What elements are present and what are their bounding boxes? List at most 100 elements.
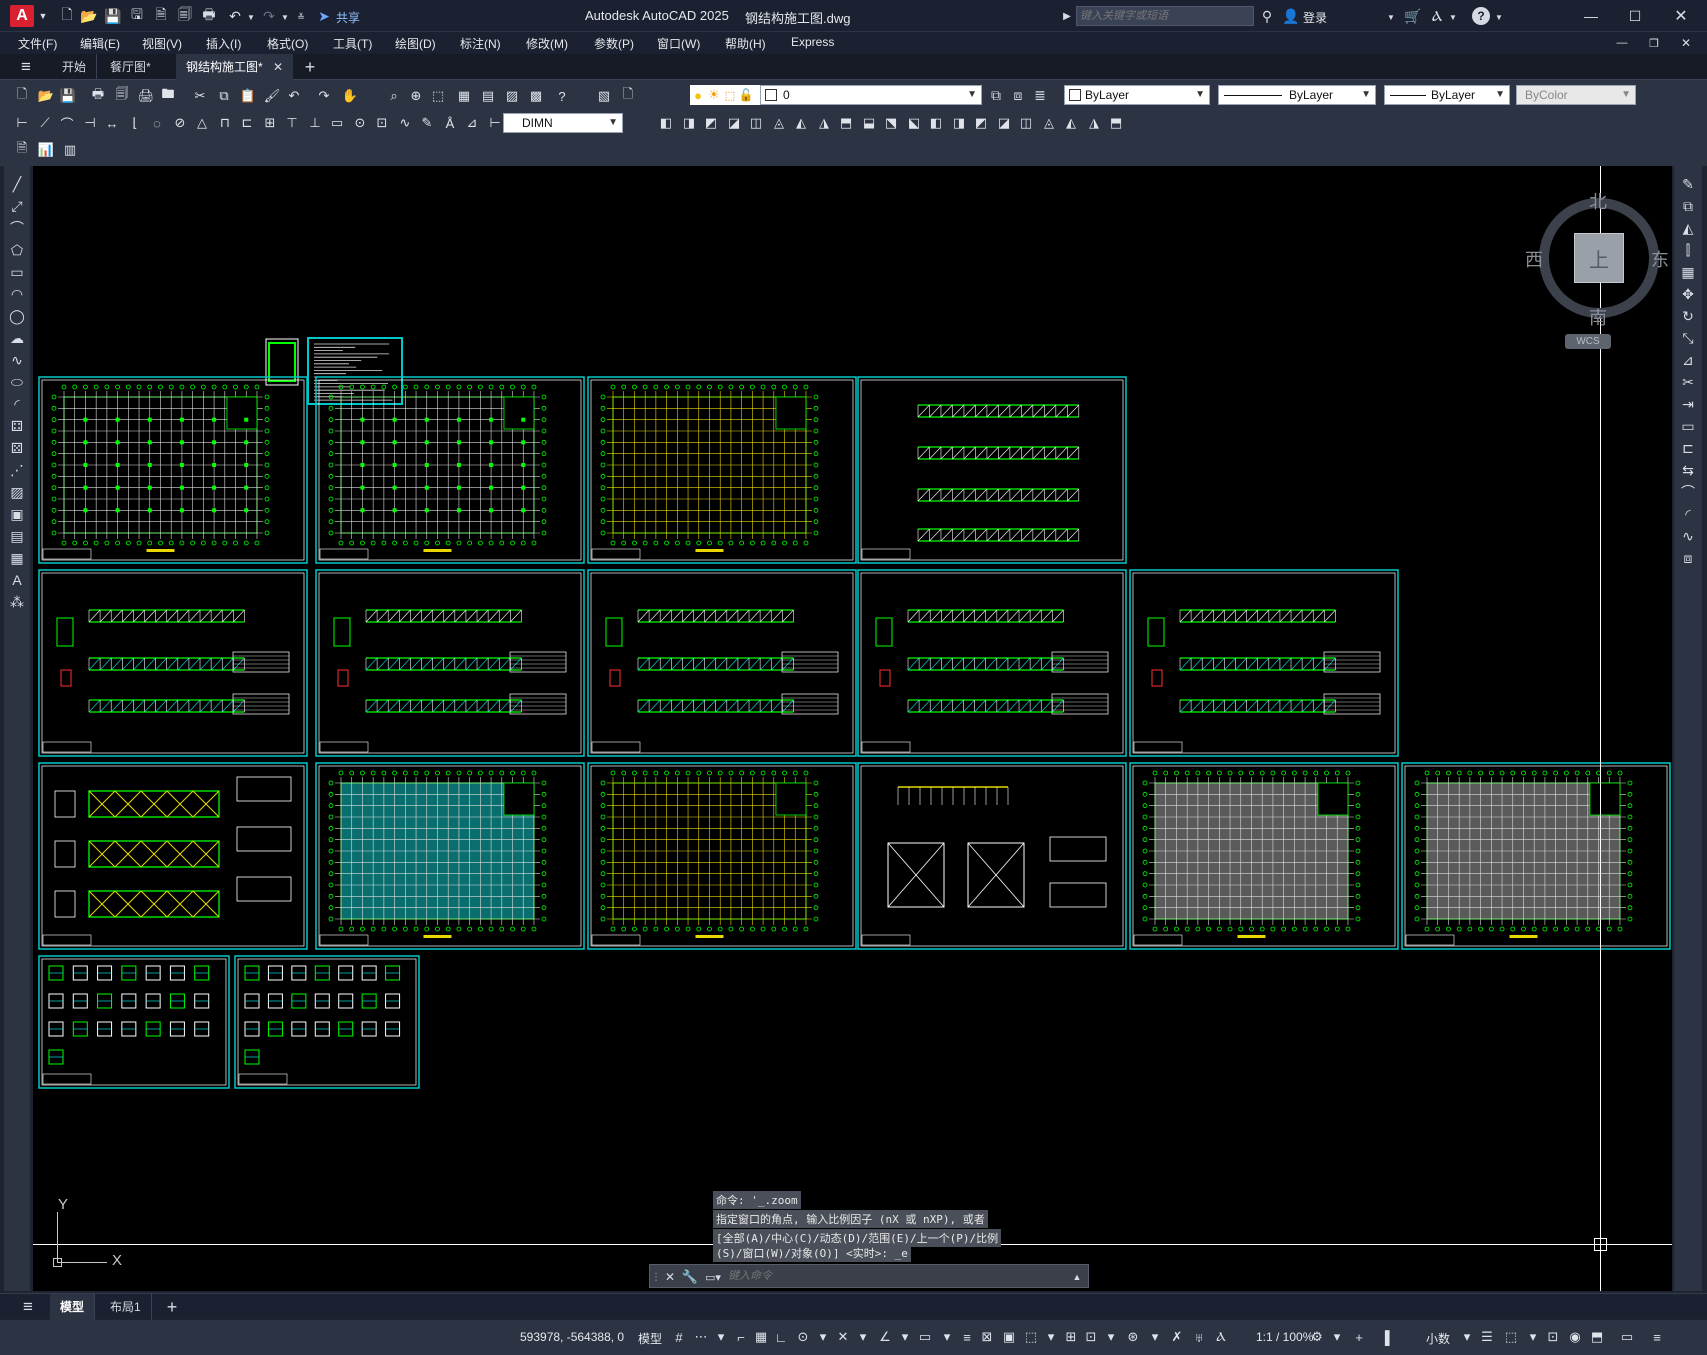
menu-window[interactable]: 窗口(W) xyxy=(657,35,700,52)
open-web-icon[interactable]: 🗎 xyxy=(152,6,170,26)
modify-tool-15-icon[interactable]: ⌒ xyxy=(1678,482,1698,502)
draw-tool-7-icon[interactable]: ◯ xyxy=(7,306,27,326)
share-icon[interactable]: ➤ xyxy=(316,7,332,25)
standard-tool-20-icon[interactable]: ▨ xyxy=(502,86,522,106)
view-tool-12-icon[interactable]: ⬕ xyxy=(904,113,924,133)
dimension-tool-17-icon[interactable]: ⊡ xyxy=(372,113,392,133)
status-toggle-25-icon[interactable]: ✗ xyxy=(1168,1328,1186,1346)
status-right-4-icon[interactable]: ▐ xyxy=(1376,1328,1394,1346)
view-tool-21-icon[interactable]: ⬒ xyxy=(1106,113,1126,133)
standard-tool-21-icon[interactable]: ▩ xyxy=(526,86,546,106)
menu-file[interactable]: 文件(F) xyxy=(18,35,57,52)
user-icon[interactable]: 👤 xyxy=(1282,7,1300,25)
undo-icon[interactable]: ↶ xyxy=(226,6,244,26)
menu-draw[interactable]: 绘图(D) xyxy=(395,35,436,52)
modify-tool-4-icon[interactable]: ⫿ xyxy=(1678,240,1698,260)
menu-help[interactable]: 帮助(H) xyxy=(725,35,766,52)
draw-tool-13-icon[interactable]: ⚄ xyxy=(7,438,27,458)
status-right-7-icon[interactable]: ⬚ xyxy=(1502,1328,1520,1346)
dim-style-dropdown[interactable]: DIMN ▼ xyxy=(503,113,623,133)
standard-tool-22-icon[interactable]: ? xyxy=(552,86,572,106)
dimension-tool-18-icon[interactable]: ∿ xyxy=(395,113,415,133)
status-toggle-18-icon[interactable]: ⬚ xyxy=(1022,1328,1040,1346)
new-file-icon[interactable]: 🗋 xyxy=(58,6,76,26)
draw-tool-9-icon[interactable]: ∿ xyxy=(7,350,27,370)
command-history-toggle-icon[interactable]: ▲ xyxy=(1070,1268,1084,1286)
view-tool-14-icon[interactable]: ◨ xyxy=(949,113,969,133)
draw-tool-4-icon[interactable]: ⬠ xyxy=(7,240,27,260)
share-label[interactable]: 共享 xyxy=(336,9,360,26)
layer-vp-freeze-icon[interactable]: ⬚ xyxy=(722,86,738,104)
modify-tool-1-icon[interactable]: ✎ xyxy=(1678,174,1698,194)
status-right-9-icon[interactable]: ⊡ xyxy=(1544,1328,1562,1346)
menu-dimension[interactable]: 标注(N) xyxy=(460,35,501,52)
search-icon[interactable]: ⚲ xyxy=(1258,7,1276,25)
standard-tool-4-icon[interactable]: 🖶 xyxy=(88,86,108,106)
layer-dropdown[interactable]: 0 ▼ xyxy=(760,85,982,105)
view-tool-19-icon[interactable]: ◭ xyxy=(1061,113,1081,133)
view-tool-18-icon[interactable]: ◬ xyxy=(1039,113,1059,133)
command-input[interactable] xyxy=(728,1267,1058,1285)
status-toggle-22-icon[interactable]: ▾ xyxy=(1102,1328,1120,1346)
dimension-tool-7-icon[interactable]: ◌ xyxy=(147,113,167,133)
dimension-tool-14-icon[interactable]: ⊥ xyxy=(305,113,325,133)
status-toggle-2-icon[interactable]: ⋯ xyxy=(692,1328,710,1346)
view-tool-6-icon[interactable]: ◬ xyxy=(769,113,789,133)
draw-tool-14-icon[interactable]: ⋰ xyxy=(7,460,27,480)
menu-express[interactable]: Express xyxy=(791,35,834,49)
autodesk-a360-icon[interactable]: Ⲁ xyxy=(1428,7,1446,25)
status-toggle-14-icon[interactable]: ▾ xyxy=(938,1328,956,1346)
view-tool-10-icon[interactable]: ⬓ xyxy=(859,113,879,133)
status-toggle-15-icon[interactable]: ≡ xyxy=(958,1328,976,1346)
extra-tool-2-icon[interactable]: 📊 xyxy=(36,140,56,160)
dimension-tool-10-icon[interactable]: ⊓ xyxy=(215,113,235,133)
tab-close-icon[interactable]: ✕ xyxy=(270,59,286,75)
status-toggle-20-icon[interactable]: ⊞ xyxy=(1062,1328,1080,1346)
status-toggle-21-icon[interactable]: ⊡ xyxy=(1082,1328,1100,1346)
standard-tool-3-icon[interactable]: 💾 xyxy=(58,86,78,106)
dimension-tool-8-icon[interactable]: ⊘ xyxy=(170,113,190,133)
view-tool-11-icon[interactable]: ⬔ xyxy=(881,113,901,133)
command-recent-icon[interactable]: ▭▾ xyxy=(702,1268,724,1286)
cart-icon[interactable]: 🛒 xyxy=(1404,7,1422,25)
dimension-tool-6-icon[interactable]: ⌊ xyxy=(125,113,145,133)
login-dropdown-icon[interactable]: ▼ xyxy=(1386,10,1396,24)
doc-close-icon[interactable]: ✕ xyxy=(1678,35,1694,51)
status-right-11-icon[interactable]: ⬒ xyxy=(1588,1328,1606,1346)
status-toggle-13-icon[interactable]: ▭ xyxy=(916,1328,934,1346)
help-icon[interactable]: ? xyxy=(1472,7,1490,25)
menu-edit[interactable]: 编辑(E) xyxy=(80,35,120,52)
view-tool-2-icon[interactable]: ◨ xyxy=(679,113,699,133)
dimension-tool-12-icon[interactable]: ⊞ xyxy=(260,113,280,133)
dimension-tool-9-icon[interactable]: △ xyxy=(192,113,212,133)
status-right-2-icon[interactable]: ▾ xyxy=(1328,1328,1346,1346)
draw-tool-20-icon[interactable]: ⁂ xyxy=(7,592,27,612)
close-window-icon[interactable]: ✕ xyxy=(1672,7,1690,25)
dimension-tool-4-icon[interactable]: ⊣ xyxy=(80,113,100,133)
standard-tool-24-icon[interactable]: 🗋 xyxy=(618,86,638,106)
standard-tool-19-icon[interactable]: ▤ xyxy=(478,86,498,106)
dimension-tool-21-icon[interactable]: ⊿ xyxy=(462,113,482,133)
draw-tool-17-icon[interactable]: ▤ xyxy=(7,526,27,546)
status-right-8-icon[interactable]: ▾ xyxy=(1524,1328,1542,1346)
status-right-5-icon[interactable]: ▾ xyxy=(1458,1328,1476,1346)
dimension-tool-1-icon[interactable]: ⊢ xyxy=(12,113,32,133)
dimension-tool-13-icon[interactable]: ⊤ xyxy=(282,113,302,133)
view-tool-13-icon[interactable]: ◧ xyxy=(926,113,946,133)
add-layout-plus-icon[interactable]: + xyxy=(162,1297,182,1317)
status-toggle-24-icon[interactable]: ▾ xyxy=(1146,1328,1164,1346)
save-as-icon[interactable]: 🖫 xyxy=(128,6,146,26)
modify-tool-9-icon[interactable]: ⊿ xyxy=(1678,350,1698,370)
view-tool-15-icon[interactable]: ◩ xyxy=(971,113,991,133)
maximize-window-icon[interactable]: ☐ xyxy=(1626,7,1644,25)
status-right-13-icon[interactable]: ≡ xyxy=(1648,1328,1666,1346)
status-toggle-7-icon[interactable]: ⊙ xyxy=(794,1328,812,1346)
modify-tool-14-icon[interactable]: ⇆ xyxy=(1678,460,1698,480)
coordinates-readout[interactable]: 593978, -564388, 0 xyxy=(520,1330,624,1344)
draw-tool-11-icon[interactable]: ◜ xyxy=(7,394,27,414)
standard-tool-17-icon[interactable]: ⬚ xyxy=(428,86,448,106)
view-tool-8-icon[interactable]: ◮ xyxy=(814,113,834,133)
status-toggle-5-icon[interactable]: ▦ xyxy=(752,1328,770,1346)
draw-tool-12-icon[interactable]: ⚃ xyxy=(7,416,27,436)
draw-tool-19-icon[interactable]: A xyxy=(7,570,27,590)
